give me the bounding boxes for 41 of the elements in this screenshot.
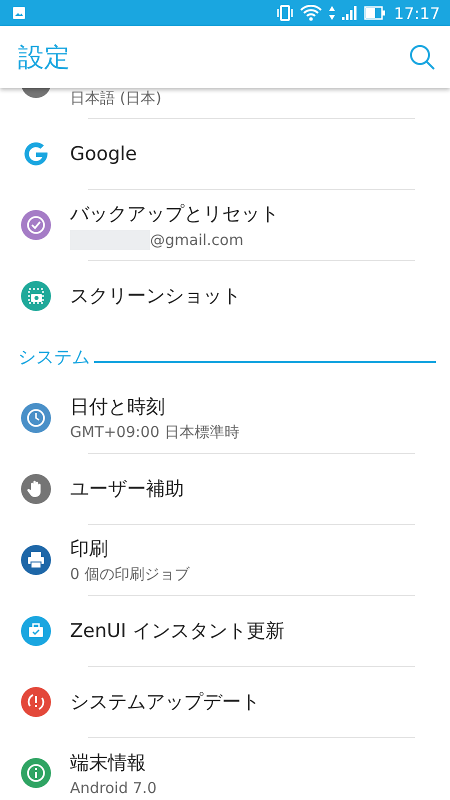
wifi-icon <box>300 5 322 21</box>
signal-icon <box>342 5 358 21</box>
item-title: スクリーンショット <box>70 284 241 309</box>
screenshot-icon <box>20 280 52 312</box>
settings-item[interactable]: 日付と時刻 GMT+09:00 日本標準時 <box>0 383 450 453</box>
item-title: システムアップデート <box>70 690 260 715</box>
settings-item[interactable]: 端末情報 Android 7.0 <box>0 738 450 800</box>
vibrate-icon <box>276 5 294 21</box>
settings-item[interactable]: システムアップデート <box>0 667 450 737</box>
section-header: システム <box>18 346 90 369</box>
settings-item[interactable]: スクリーンショット <box>0 261 450 331</box>
update-icon <box>20 686 52 718</box>
battery-icon <box>364 6 386 20</box>
item-title: Google <box>70 143 138 165</box>
printer-icon <box>20 544 52 576</box>
settings-item[interactable]: バックアップとリセット @gmail.com <box>0 190 450 260</box>
info-icon <box>20 757 52 789</box>
item-subtitle: 0 個の印刷ジョブ <box>70 565 190 584</box>
item-title: 端末情報 <box>70 750 147 776</box>
image-icon <box>12 6 26 20</box>
item-title: ZenUI インスタント更新 <box>70 619 284 644</box>
item-title: 印刷 <box>70 537 109 562</box>
item-title: バックアップとリセット <box>70 202 279 226</box>
data-arrows-icon <box>328 5 336 21</box>
settings-item[interactable]: 日本語 (日本) <box>0 88 450 118</box>
clock-time: 17:17 <box>394 4 440 22</box>
settings-item[interactable]: 印刷 0 個の印刷ジョブ <box>0 525 450 595</box>
settings-item[interactable]: Google <box>0 119 450 189</box>
item-subtitle: 日本語 (日本) <box>70 89 162 108</box>
screen-title: 設定 <box>18 42 70 74</box>
item-title: ユーザー補助 <box>70 477 184 502</box>
item-subtitle: Android 7.0 <box>70 778 157 796</box>
settings-item[interactable]: ZenUI インスタント更新 <box>0 596 450 666</box>
settings-item[interactable]: ユーザー補助 <box>0 454 450 524</box>
item-subtitle: GMT+09:00 日本標準時 <box>70 423 240 442</box>
hand-icon <box>20 473 52 505</box>
clock-icon <box>20 402 52 434</box>
backup-icon <box>20 209 52 241</box>
briefcase-icon <box>20 615 52 647</box>
item-title: 日付と時刻 <box>70 395 166 420</box>
item-subtitle: @gmail.com <box>150 230 244 248</box>
